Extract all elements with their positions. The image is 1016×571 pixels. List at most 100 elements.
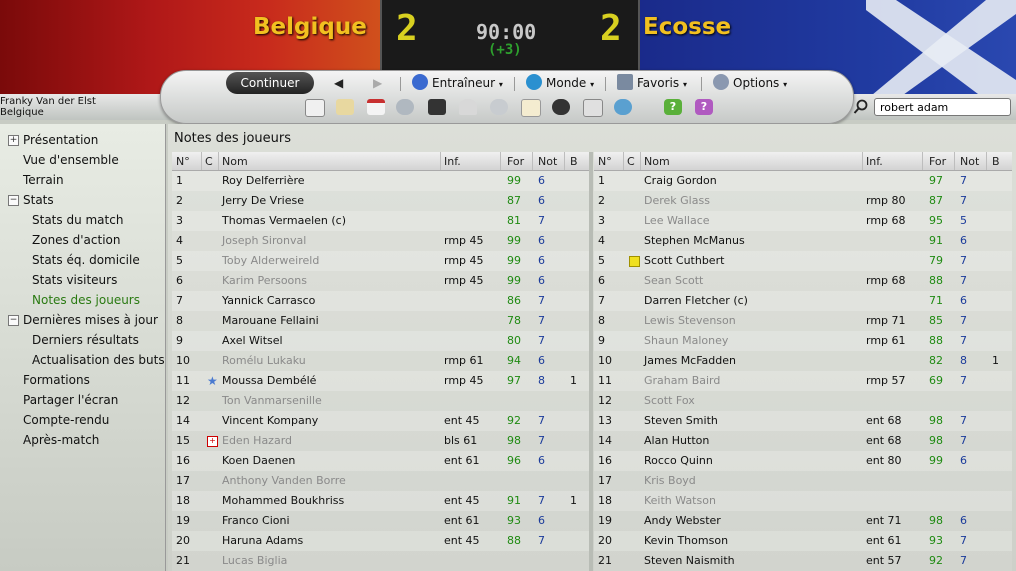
table-row[interactable]: 21 Lucas Biglia [172, 551, 590, 571]
column-header[interactable]: N° [176, 155, 190, 168]
table-row[interactable]: 17 Anthony Vanden Borre [172, 471, 590, 491]
sidebar-item[interactable]: Zones d'action [32, 230, 120, 250]
sidebar-item[interactable]: Derniers résultats [32, 330, 139, 350]
sidebar-item[interactable]: Compte-rendu [23, 410, 109, 430]
column-header[interactable]: Inf. [866, 155, 883, 168]
search-input[interactable]: robert adam [874, 98, 1011, 116]
table-row[interactable]: 19 Andy Webster ent 71 98 6 [594, 511, 1012, 531]
sidebar-item[interactable]: Stats éq. domicile [32, 250, 140, 270]
table-row[interactable]: 14 Vincent Kompany ent 45 92 7 [172, 411, 590, 431]
sidebar-item[interactable]: Notes des joueurs [32, 290, 140, 310]
table-row[interactable]: 4 Stephen McManus 91 6 [594, 231, 1012, 251]
collapse-icon[interactable]: − [8, 315, 19, 326]
column-header[interactable]: C [627, 155, 635, 168]
tactics-board-icon[interactable] [428, 99, 446, 115]
menu-favorites[interactable]: Favoris ▾ [617, 74, 687, 94]
player-number: 21 [176, 554, 190, 567]
sidebar-item[interactable]: − Dernières mises à jour [8, 310, 158, 330]
calendar-icon[interactable] [367, 99, 385, 115]
table-row[interactable]: 11 ★ Moussa Dembélé rmp 45 97 8 1 [172, 371, 590, 391]
table-row[interactable]: 18 Keith Watson [594, 491, 1012, 511]
table-row[interactable]: 8 Marouane Fellaini 78 7 [172, 311, 590, 331]
table-row[interactable]: 14 Alan Hutton ent 68 98 7 [594, 431, 1012, 451]
column-header[interactable]: Nom [644, 155, 670, 168]
sidebar-item[interactable]: − Stats [8, 190, 54, 210]
table-row[interactable]: 5 Toby Alderweireld rmp 45 99 6 [172, 251, 590, 271]
sidebar-item[interactable]: Formations [23, 370, 90, 390]
people-icon[interactable] [396, 99, 414, 115]
table-row[interactable]: 15 + Eden Hazard bls 61 98 7 [172, 431, 590, 451]
sidebar-item[interactable]: Actualisation des buts [32, 350, 165, 370]
column-header[interactable]: N° [598, 155, 612, 168]
table-row[interactable]: 21 Steven Naismith ent 57 92 7 [594, 551, 1012, 571]
table-row[interactable]: 16 Koen Daenen ent 61 96 6 [172, 451, 590, 471]
table-row[interactable]: 20 Haruna Adams ent 45 88 7 [172, 531, 590, 551]
binoculars-icon[interactable] [552, 99, 570, 115]
sidebar-item[interactable]: Terrain [23, 170, 64, 190]
column-header[interactable]: For [929, 155, 946, 168]
menu-manager[interactable]: Entraîneur ▾ [412, 74, 503, 94]
sidebar-item[interactable]: Partager l'écran [23, 390, 118, 410]
table-row[interactable]: 6 Karim Persoons rmp 45 99 6 [172, 271, 590, 291]
sidebar-item[interactable]: Stats visiteurs [32, 270, 117, 290]
column-header[interactable]: Not [538, 155, 557, 168]
table-row[interactable]: 13 Steven Smith ent 68 98 7 [594, 411, 1012, 431]
table-row[interactable]: 11 Graham Baird rmp 57 69 7 [594, 371, 1012, 391]
column-header[interactable]: B [992, 155, 1000, 168]
table-row[interactable]: 2 Derek Glass rmp 80 87 7 [594, 191, 1012, 211]
table-row[interactable]: 12 Scott Fox [594, 391, 1012, 411]
ticket-icon[interactable] [336, 99, 354, 115]
table-row[interactable]: 19 Franco Cioni ent 61 93 6 [172, 511, 590, 531]
table-row[interactable]: 10 James McFadden 82 8 1 [594, 351, 1012, 371]
table-row[interactable]: 9 Shaun Maloney rmp 61 88 7 [594, 331, 1012, 351]
expand-icon[interactable]: + [8, 135, 19, 146]
table-row[interactable]: 2 Jerry De Vriese 87 6 [172, 191, 590, 211]
continue-button[interactable]: Continuer [226, 72, 314, 94]
sidebar-item[interactable]: Vue d'ensemble [23, 150, 119, 170]
column-header[interactable]: C [205, 155, 213, 168]
sidebar-item[interactable]: Stats du match [32, 210, 123, 230]
info-icon[interactable]: ? [695, 99, 713, 115]
sidebar-item-label: Stats éq. domicile [32, 253, 140, 267]
menu-world[interactable]: Monde ▾ [526, 74, 594, 94]
column-header[interactable]: Nom [222, 155, 248, 168]
back-arrow-icon[interactable]: ◀ [334, 75, 343, 91]
notepad-icon[interactable] [521, 99, 541, 117]
magnifier-icon[interactable] [853, 99, 869, 115]
table-row[interactable]: 3 Lee Wallace rmp 68 95 5 [594, 211, 1012, 231]
player-info: ent 61 [866, 534, 902, 547]
table-row[interactable]: 3 Thomas Vermaelen (c) 81 7 [172, 211, 590, 231]
column-header[interactable]: For [507, 155, 524, 168]
forward-arrow-icon[interactable]: ▶ [373, 75, 382, 91]
trophy-icon[interactable] [459, 99, 477, 115]
home-icon[interactable] [305, 99, 325, 117]
search-players-icon[interactable] [490, 99, 508, 115]
table-row[interactable]: 20 Kevin Thomson ent 61 93 7 [594, 531, 1012, 551]
column-header[interactable]: Not [960, 155, 979, 168]
table-row[interactable]: 17 Kris Boyd [594, 471, 1012, 491]
player-number: 21 [598, 554, 612, 567]
help-icon[interactable]: ? [664, 99, 682, 115]
column-header[interactable]: B [570, 155, 578, 168]
table-row[interactable]: 5 Scott Cuthbert 79 7 [594, 251, 1012, 271]
table-row[interactable]: 9 Axel Witsel 80 7 [172, 331, 590, 351]
table-row[interactable]: 1 Roy Delferrière 99 6 [172, 171, 590, 191]
sidebar-item[interactable]: Après-match [23, 430, 99, 450]
table-row[interactable]: 1 Craig Gordon 97 7 [594, 171, 1012, 191]
sidebar-item[interactable]: + Présentation [8, 130, 98, 150]
table-row[interactable]: 12 Ton Vanmarsenille [172, 391, 590, 411]
world-icon[interactable] [614, 99, 632, 115]
table-row[interactable]: 16 Rocco Quinn ent 80 99 6 [594, 451, 1012, 471]
newspaper-icon[interactable] [583, 99, 603, 117]
table-row[interactable]: 6 Sean Scott rmp 68 88 7 [594, 271, 1012, 291]
column-header[interactable]: Inf. [444, 155, 461, 168]
table-row[interactable]: 7 Darren Fletcher (c) 71 6 [594, 291, 1012, 311]
table-row[interactable]: 7 Yannick Carrasco 86 7 [172, 291, 590, 311]
menu-options[interactable]: Options ▾ [713, 74, 787, 94]
table-row[interactable]: 8 Lewis Stevenson rmp 71 85 7 [594, 311, 1012, 331]
collapse-icon[interactable]: − [8, 195, 19, 206]
table-row[interactable]: 18 Mohammed Boukhriss ent 45 91 7 1 [172, 491, 590, 511]
table-row[interactable]: 4 Joseph Sironval rmp 45 99 6 [172, 231, 590, 251]
player-name: Sean Scott [644, 274, 704, 287]
table-row[interactable]: 10 Romélu Lukaku rmp 61 94 6 [172, 351, 590, 371]
